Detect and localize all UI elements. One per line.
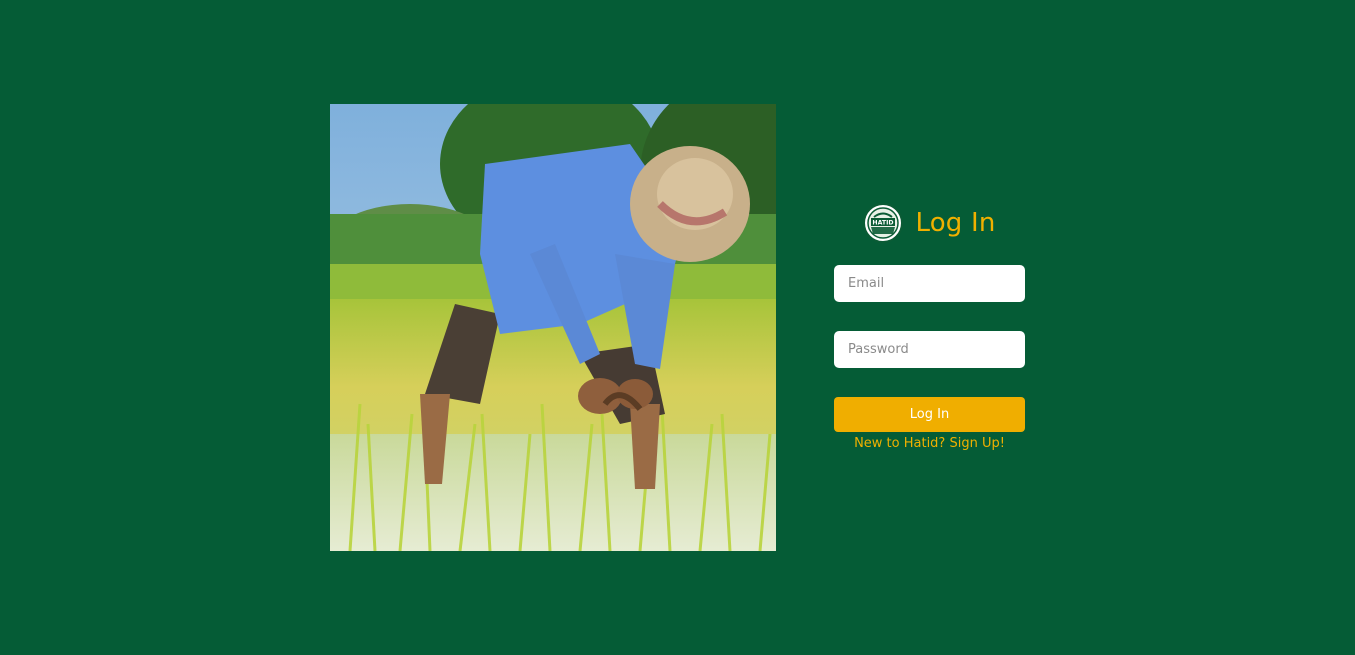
hatid-logo-icon: HATID <box>863 203 904 243</box>
farmer-photo <box>330 104 776 551</box>
login-heading: HATID Log In <box>834 200 1025 246</box>
login-panel: HATID Log In Log In New to Hatid? Sign U… <box>834 200 1025 451</box>
login-button[interactable]: Log In <box>834 397 1025 432</box>
login-page: HATID Log In Log In New to Hatid? Sign U… <box>0 0 1355 655</box>
password-field[interactable] <box>834 331 1025 368</box>
logo-text: HATID <box>873 220 894 227</box>
page-title: Log In <box>915 208 996 238</box>
signup-link[interactable]: New to Hatid? Sign Up! <box>834 436 1025 451</box>
email-field[interactable] <box>834 265 1025 302</box>
